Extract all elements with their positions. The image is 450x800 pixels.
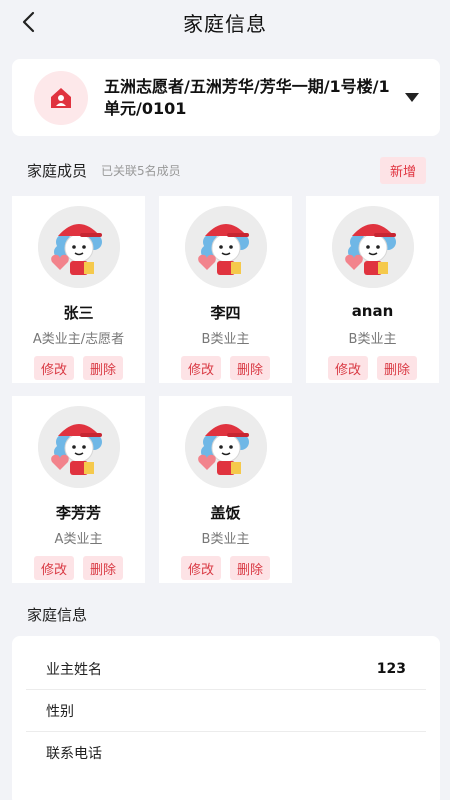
edit-button[interactable]: 修改 xyxy=(34,556,74,580)
address-selector[interactable]: 五洲志愿者/五洲芳华/芳华一期/1号楼/1单元/0101 xyxy=(12,59,440,136)
mascot-avatar-icon xyxy=(37,206,120,288)
caret-down-icon[interactable] xyxy=(402,93,422,102)
edit-button[interactable]: 修改 xyxy=(181,556,221,580)
chevron-left-icon xyxy=(22,11,35,33)
members-header: 家庭成员 已关联5名成员 新增 xyxy=(27,156,426,184)
edit-button[interactable]: 修改 xyxy=(328,356,368,380)
info-row-phone[interactable]: 联系电话 xyxy=(26,732,426,774)
delete-button[interactable]: 删除 xyxy=(83,556,123,580)
family-info-card: 业主姓名 123 性别 联系电话 xyxy=(12,636,440,800)
member-actions: 修改 删除 xyxy=(181,356,270,380)
member-name: 李四 xyxy=(210,304,241,322)
mascot-avatar-icon xyxy=(184,406,267,488)
avatar xyxy=(37,406,120,488)
member-actions: 修改 删除 xyxy=(34,556,123,580)
member-name: 张三 xyxy=(63,304,94,322)
avatar xyxy=(184,406,267,488)
member-card: 张三 A类业主/志愿者 修改 删除 xyxy=(12,196,145,383)
member-card: 李芳芳 A类业主 修改 删除 xyxy=(12,396,145,583)
member-card: 李四 B类业主 修改 删除 xyxy=(159,196,292,383)
delete-button[interactable]: 删除 xyxy=(83,356,123,380)
delete-button[interactable]: 删除 xyxy=(230,356,270,380)
delete-button[interactable]: 删除 xyxy=(230,556,270,580)
address-text: 五洲志愿者/五洲芳华/芳华一期/1号楼/1单元/0101 xyxy=(104,76,390,118)
member-name: 李芳芳 xyxy=(55,504,101,522)
edit-button[interactable]: 修改 xyxy=(34,356,74,380)
avatar xyxy=(184,206,267,288)
page-title: 家庭信息 xyxy=(183,11,267,36)
delete-button[interactable]: 删除 xyxy=(377,356,417,380)
member-actions: 修改 删除 xyxy=(34,356,123,380)
add-member-button[interactable]: 新增 xyxy=(379,156,426,184)
home-icon xyxy=(34,70,88,125)
avatar xyxy=(331,206,414,288)
members-title: 家庭成员 xyxy=(27,161,88,180)
members-count: 已关联5名成员 xyxy=(101,163,181,178)
family-info-title: 家庭信息 xyxy=(27,606,88,624)
info-row-owner-name[interactable]: 业主姓名 123 xyxy=(26,648,426,690)
mascot-avatar-icon xyxy=(37,406,120,488)
edit-button[interactable]: 修改 xyxy=(181,356,221,380)
member-role: A类业主/志愿者 xyxy=(32,332,125,347)
avatar xyxy=(37,206,120,288)
mascot-avatar-icon xyxy=(184,206,267,288)
member-actions: 修改 删除 xyxy=(181,556,270,580)
member-card: 盖饭 B类业主 修改 删除 xyxy=(159,396,292,583)
member-role: A类业主 xyxy=(54,532,103,547)
info-row-gender[interactable]: 性别 xyxy=(26,690,426,732)
back-button[interactable] xyxy=(10,4,46,40)
info-label: 性别 xyxy=(46,703,74,720)
info-value: 123 xyxy=(376,660,406,677)
info-label: 业主姓名 xyxy=(46,661,102,678)
info-label: 联系电话 xyxy=(46,746,102,762)
member-name: 盖饭 xyxy=(210,504,241,522)
member-actions: 修改 删除 xyxy=(328,356,417,380)
member-card: anan B类业主 修改 删除 xyxy=(306,196,439,383)
member-name: anan xyxy=(351,302,394,320)
member-role: B类业主 xyxy=(201,532,250,547)
top-bar: 家庭信息 xyxy=(0,0,450,44)
member-role: B类业主 xyxy=(348,332,397,347)
member-role: B类业主 xyxy=(201,332,250,347)
mascot-avatar-icon xyxy=(331,206,414,288)
